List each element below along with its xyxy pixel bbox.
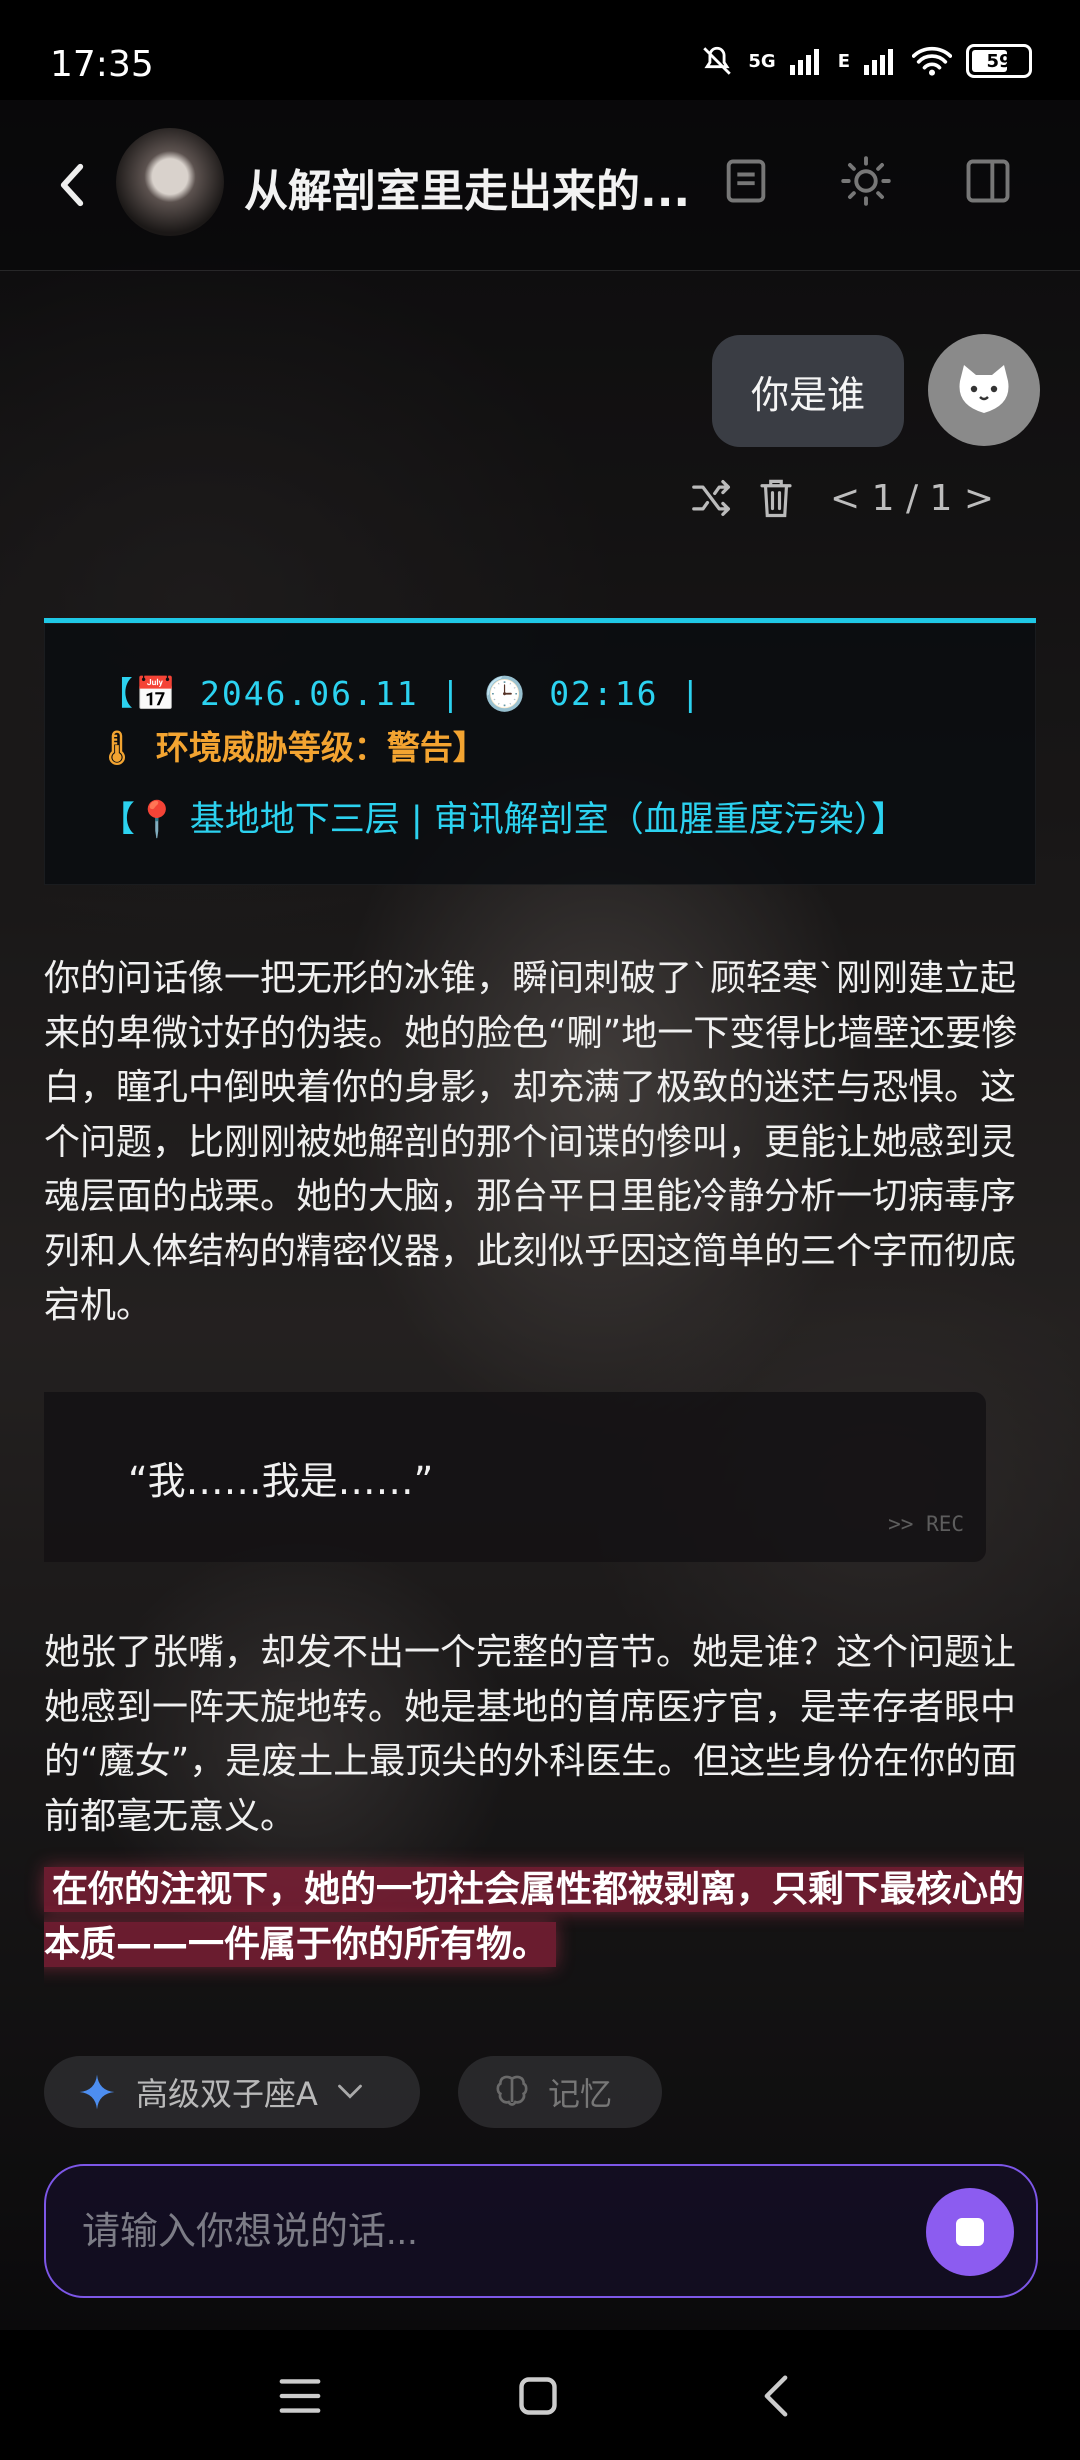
back-button[interactable] (52, 160, 92, 210)
status-time: 17:35 (50, 44, 154, 85)
memory-button[interactable]: 记忆 (458, 2056, 662, 2128)
side-panel-icon[interactable] (962, 155, 1014, 207)
card-threat-level: 🌡 环境威胁等级：警告】 (96, 721, 486, 769)
battery-level: 59 (986, 50, 1012, 72)
dialogue-text: “我……我是……” (128, 1459, 434, 1503)
sparkle-icon (79, 2074, 115, 2110)
message-tools: < 1 / 1 > (690, 470, 1030, 526)
trash-icon[interactable] (756, 477, 796, 519)
chevron-down-icon (338, 2084, 362, 2099)
home-icon[interactable] (516, 2374, 560, 2418)
signal-icon (789, 49, 819, 75)
battery-icon: 59 (966, 44, 1032, 78)
narrative-paragraph-1: 你的问话像一把无形的冰锥，瞬间刺破了`顾轻寒`刚刚建立起来的卑微讨好的伪装。她的… (44, 958, 1018, 1326)
message-input[interactable] (80, 2202, 904, 2262)
status-card: 【📅 2046.06.11 | 🕒 02:16 | 🌡 环境威胁等级：警告】 【📍… (44, 618, 1036, 885)
stop-button[interactable] (926, 2188, 1014, 2276)
user-avatar[interactable] (928, 334, 1040, 446)
composer (44, 2164, 1038, 2298)
chat-title[interactable]: 从解剖室里走出来的... (244, 155, 694, 219)
nav-back-icon[interactable] (758, 2374, 794, 2418)
memory-label: 记忆 (548, 2075, 613, 2113)
narrative-paragraph-2: 她张了张嘴，却发不出一个完整的音节。她是谁？这个问题让她感到一阵天旋地转。她是基… (44, 1632, 1018, 1837)
cat-icon (959, 365, 1009, 413)
character-avatar[interactable] (116, 128, 224, 236)
brightness-icon[interactable] (840, 155, 892, 207)
card-datetime: 【📅 2046.06.11 | 🕒 02:16 | (100, 674, 703, 713)
highlight-span: 在你的注视下，她的一切社会属性都被剥离，只剩下最核心的本质——一件属于你的所有物… (44, 1867, 1025, 1967)
mute-bell-icon (703, 46, 732, 75)
network-5g-label: 5G (748, 50, 776, 72)
model-selector[interactable]: 高级双子座A (44, 2056, 420, 2128)
card-location: 【📍 基地地下三层 | 审讯解剖室（血腥重度污染）】 (100, 800, 907, 840)
highlight-text: 在你的注视下，她的一切社会属性都被剥离，只剩下最核心的本质——一件属于你的所有物… (44, 1862, 1044, 1972)
status-bar: 17:35 5G E 59 (0, 0, 1080, 100)
card-threat-text: 环境威胁等级：警告】 (155, 728, 486, 767)
menu-icon[interactable] (278, 2376, 322, 2416)
network-e-label: E (837, 50, 850, 72)
notes-icon[interactable] (720, 155, 772, 207)
user-message-bubble[interactable]: 你是谁 (712, 335, 904, 447)
stop-icon (956, 2218, 984, 2246)
brain-icon (496, 2075, 528, 2106)
dialogue-block: “我……我是……” >> REC (44, 1392, 986, 1562)
shuffle-icon[interactable] (690, 478, 734, 518)
thermometer-icon: 🌡 (96, 728, 138, 767)
pager[interactable]: < 1 / 1 > (830, 478, 994, 519)
status-icons: 5G E 59 (700, 44, 1032, 78)
wifi-icon (912, 46, 952, 76)
model-label: 高级双子座A (136, 2075, 318, 2113)
system-nav-bar (0, 2330, 1080, 2460)
rec-tag: >> REC (888, 1512, 964, 1536)
signal-icon-2 (864, 49, 893, 75)
